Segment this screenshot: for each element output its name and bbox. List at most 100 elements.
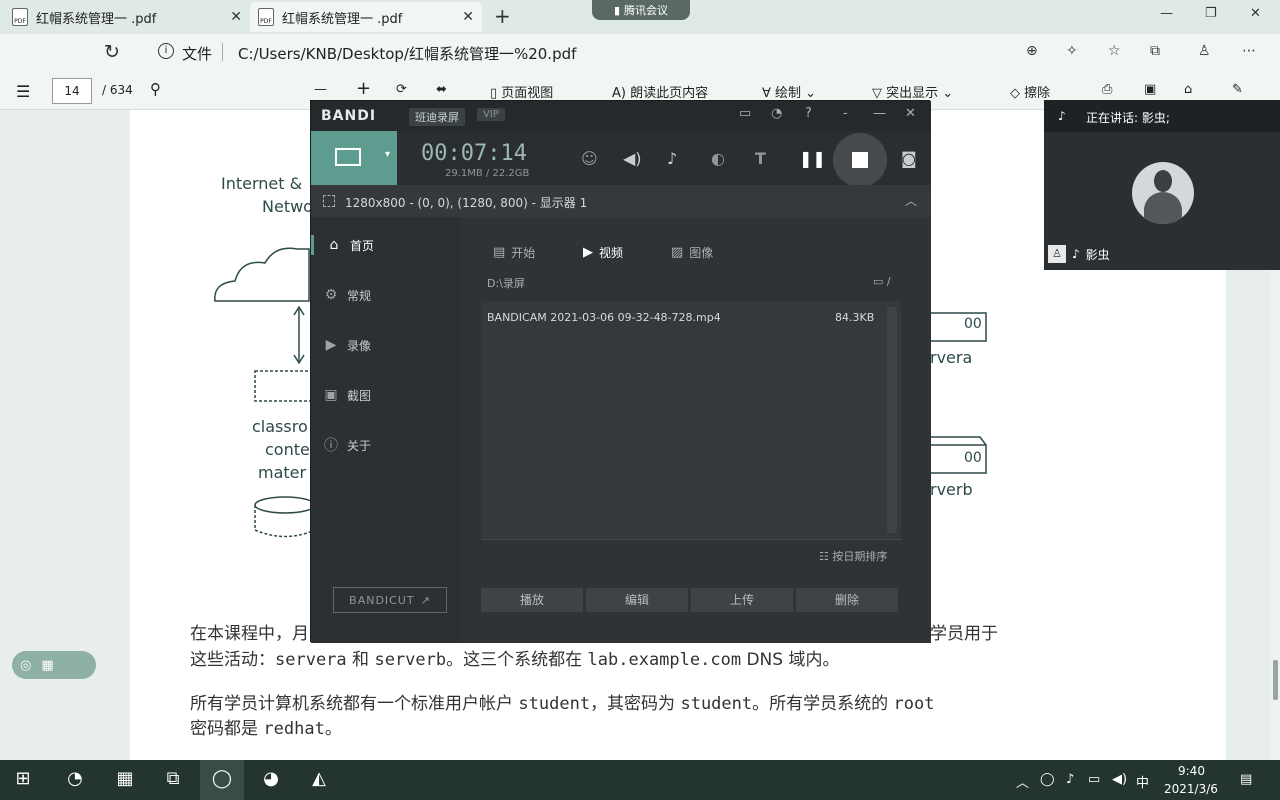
tab-image[interactable]: ▨ 图像 bbox=[671, 244, 713, 261]
minimize-icon[interactable]: - bbox=[843, 106, 848, 121]
scrollbar-thumb[interactable] bbox=[1273, 660, 1278, 700]
windows-start-icon[interactable]: ⊞ bbox=[10, 768, 36, 792]
stop-recording-button[interactable] bbox=[833, 133, 887, 187]
clock-date[interactable]: 2021/3/6 bbox=[1164, 782, 1218, 796]
zoom-icon[interactable]: ⊕ bbox=[1026, 43, 1038, 59]
volume-icon[interactable]: ◀) bbox=[1112, 772, 1127, 787]
sort-by-date-button[interactable]: ☷ 按日期排序 bbox=[819, 548, 887, 564]
edit-button[interactable]: 编辑 bbox=[586, 588, 688, 612]
meeting-app-icon[interactable]: ◭ bbox=[306, 768, 332, 792]
minimize-to-tray-icon[interactable]: — bbox=[873, 106, 886, 121]
mouse-click-icon[interactable]: ◐ bbox=[711, 149, 725, 168]
collapse-icon[interactable]: ︿ bbox=[905, 192, 917, 209]
collections-icon[interactable]: ⧉ bbox=[1150, 43, 1160, 59]
nav-item-general[interactable]: ⚙ 常规 bbox=[323, 285, 459, 305]
read-aloud-label: 朗读此页内容 bbox=[630, 86, 709, 101]
open-folder-icon[interactable]: ▭ / bbox=[873, 275, 891, 288]
camera-icon[interactable]: ◎ bbox=[20, 658, 31, 673]
nav-item-about[interactable]: ⓘ 关于 bbox=[323, 435, 459, 455]
zoom-in-icon[interactable]: + bbox=[356, 78, 371, 99]
nav-item-video[interactable]: ▶ 录像 bbox=[323, 335, 459, 355]
tray-icon[interactable]: ◯ bbox=[1040, 772, 1055, 787]
draw-button[interactable]: ∀ 绘制 ⌄ bbox=[762, 82, 816, 101]
text-overlay-icon[interactable]: T bbox=[755, 149, 766, 168]
bandicut-button[interactable]: BANDICUT ↗ bbox=[333, 587, 447, 613]
nav-label: 截图 bbox=[347, 388, 372, 403]
browser-tab[interactable]: PDF 红帽系统管理一 .pdf ✕ bbox=[12, 2, 242, 32]
highlight-button[interactable]: ▽ 突出显示 ⌄ bbox=[872, 82, 953, 101]
rotate-icon[interactable]: ⟳ bbox=[396, 82, 407, 97]
favorites-icon[interactable]: ☆ bbox=[1108, 43, 1121, 59]
new-tab-button[interactable]: + bbox=[494, 4, 511, 28]
app-icon[interactable]: ▦ bbox=[112, 768, 138, 792]
erase-button[interactable]: ◇ 擦除 bbox=[1010, 82, 1050, 101]
screenshot-camera-icon[interactable]: ◙ bbox=[901, 149, 917, 168]
nav-item-home[interactable]: ⌂ 首页 bbox=[311, 235, 447, 255]
minimize-button[interactable]: — bbox=[1160, 6, 1173, 21]
info-icon: ⓘ bbox=[324, 438, 338, 454]
chevron-down-icon[interactable]: ▾ bbox=[385, 149, 390, 160]
maximize-button[interactable]: ❐ bbox=[1205, 6, 1217, 21]
file-list-scrollbar[interactable] bbox=[887, 307, 897, 533]
vip-badge[interactable]: VIP bbox=[477, 108, 505, 121]
profile-icon[interactable]: ♙ bbox=[1198, 43, 1211, 59]
timer-icon[interactable]: ◔ bbox=[771, 106, 782, 121]
capture-region-text: 1280x800 - (0, 0), (1280, 800) - 显示器 1 bbox=[345, 196, 588, 210]
clock-time[interactable]: 9:40 bbox=[1178, 764, 1205, 778]
obs-icon[interactable]: ◯ bbox=[209, 768, 235, 792]
notification-icon[interactable]: ▤ bbox=[1240, 772, 1252, 787]
speaker-icon[interactable]: ◀) bbox=[623, 149, 642, 168]
webcam-icon[interactable]: ☺ bbox=[581, 149, 598, 168]
info-icon[interactable]: i bbox=[158, 43, 174, 59]
tab-video[interactable]: ▶ 视频 bbox=[583, 244, 623, 261]
app-icon[interactable]: ◕ bbox=[258, 768, 284, 792]
refresh-icon[interactable]: ↻ bbox=[104, 41, 120, 63]
recording-size: 29.1MB / 22.2GB bbox=[445, 168, 530, 179]
save-as-icon[interactable]: ▣ bbox=[1144, 82, 1156, 97]
upload-button[interactable]: 上传 bbox=[691, 588, 793, 612]
meeting-status-pill[interactable]: ▮ 腾讯会议 bbox=[592, 0, 690, 20]
chevron-up-icon[interactable]: ︿ bbox=[1016, 772, 1029, 791]
page-view-button[interactable]: ▯ 页面视图 bbox=[490, 82, 553, 101]
tab-start[interactable]: ▤ 开始 bbox=[493, 244, 535, 261]
capture-region-bar[interactable]: 1280x800 - (0, 0), (1280, 800) - 显示器 1 ︿ bbox=[311, 185, 931, 217]
list-item-file-size: 84.3KB bbox=[835, 311, 875, 324]
network-icon[interactable]: ▭ bbox=[1088, 772, 1100, 787]
more-icon[interactable]: ⋯ bbox=[1242, 43, 1256, 59]
search-icon[interactable]: ⚲ bbox=[150, 80, 161, 98]
save-icon[interactable]: ⌂ bbox=[1184, 82, 1192, 97]
microphone-icon[interactable]: ♪ bbox=[667, 149, 677, 168]
screen-mode-button[interactable]: ▾ bbox=[311, 131, 397, 185]
nav-item-screenshot[interactable]: ▣ 截图 bbox=[323, 385, 459, 405]
help-icon[interactable]: ? bbox=[805, 106, 812, 121]
table-of-contents-icon[interactable]: ☰ bbox=[16, 82, 30, 101]
fit-page-icon[interactable]: ⬌ bbox=[436, 82, 447, 97]
page-number-input[interactable]: 14 bbox=[52, 78, 92, 104]
read-aloud-button[interactable]: A) 朗读此页内容 bbox=[612, 82, 708, 101]
serverb-port-icon: 00 bbox=[964, 450, 982, 466]
close-icon[interactable]: ✕ bbox=[905, 106, 916, 121]
meeting-speaking-bar: ♪ 正在讲话: 影虫; bbox=[1044, 100, 1280, 132]
meeting-signal-icon: ▮ bbox=[613, 3, 621, 17]
browser-tab-active[interactable]: PDF 红帽系统管理一 .pdf ✕ bbox=[250, 2, 482, 32]
microphone-icon[interactable]: ♪ bbox=[1066, 772, 1074, 787]
close-window-button[interactable]: ✕ bbox=[1250, 6, 1261, 21]
delete-button[interactable]: 删除 bbox=[796, 588, 898, 612]
pause-icon[interactable]: ❚❚ bbox=[799, 149, 826, 168]
close-tab-icon[interactable]: ✕ bbox=[462, 9, 474, 25]
pin-icon[interactable]: ✎ bbox=[1232, 82, 1243, 97]
nav-label: 首页 bbox=[350, 238, 375, 253]
app-icon[interactable]: ⧉ bbox=[160, 768, 186, 792]
floating-control-pill[interactable]: ◎ ▦ bbox=[12, 651, 96, 679]
ime-indicator[interactable]: 中 bbox=[1136, 772, 1149, 791]
list-item-file-name[interactable]: BANDICAM 2021-03-06 09-32-48-728.mp4 bbox=[487, 311, 721, 324]
edge-browser-icon[interactable]: ◔ bbox=[62, 768, 88, 792]
zoom-out-icon[interactable]: — bbox=[314, 82, 327, 97]
close-tab-icon[interactable]: ✕ bbox=[230, 9, 242, 25]
folder-icon[interactable]: ▭ bbox=[739, 106, 751, 121]
extension-icon[interactable]: ✧ bbox=[1066, 43, 1078, 59]
url-field[interactable]: C:/Users/KNB/Desktop/红帽系统管理一%20.pdf bbox=[238, 43, 576, 64]
play-button[interactable]: 播放 bbox=[481, 588, 583, 612]
print-icon[interactable]: ⎙ bbox=[1102, 82, 1112, 97]
grid-icon[interactable]: ▦ bbox=[41, 658, 53, 673]
